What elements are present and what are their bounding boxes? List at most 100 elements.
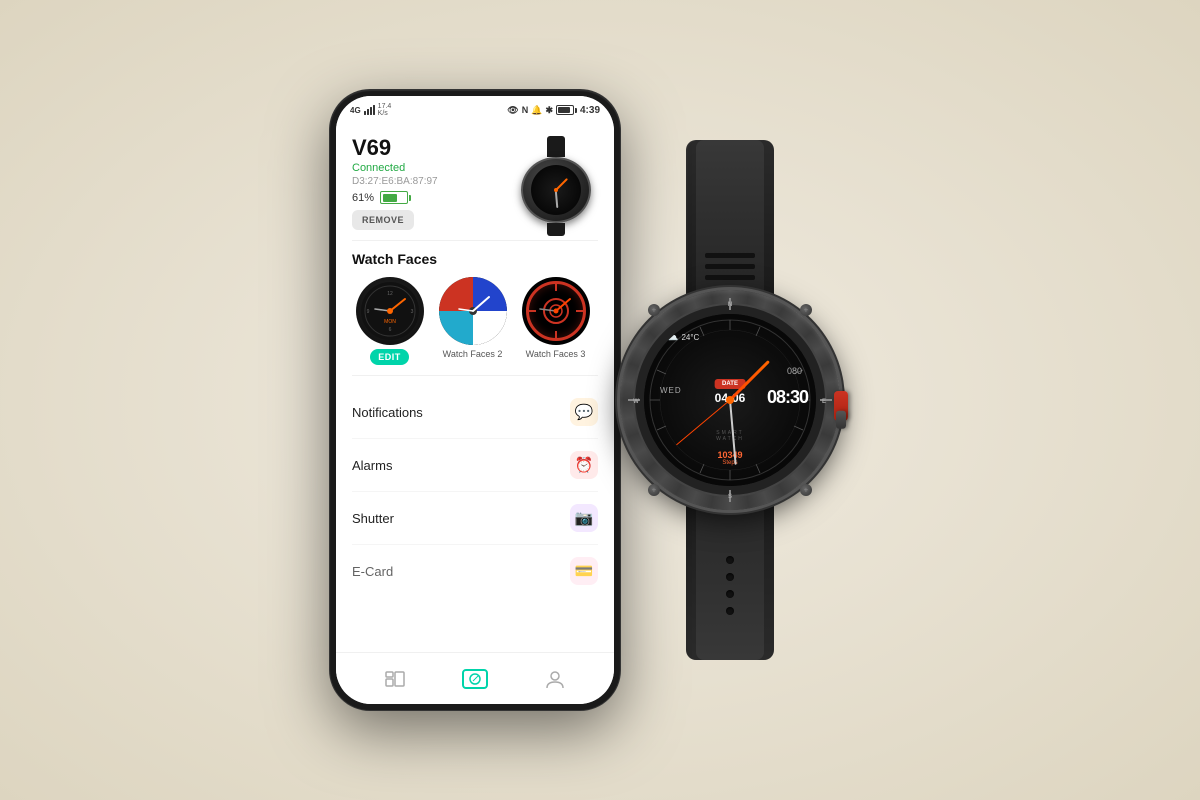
notifications-label: Notifications <box>352 405 423 420</box>
device-header: V69 Connected D3:27:E6:BA:87:97 61% REMO… <box>352 136 598 230</box>
battery-tip <box>575 108 577 113</box>
watch-face-circle-3 <box>522 277 590 345</box>
shutter-menu-item[interactable]: Shutter 📷 <box>352 492 598 545</box>
watch-body: N S W E <box>620 290 840 510</box>
svg-text:MON: MON <box>384 319 396 325</box>
svg-text:N: N <box>728 302 732 308</box>
device-nav-icon <box>462 669 488 689</box>
face3-svg <box>522 277 590 345</box>
steps-count: 10349 <box>717 450 742 460</box>
watch-face-3-label: Watch Faces 3 <box>526 349 586 359</box>
data-speed: 17.4 K/s <box>378 103 392 117</box>
small-center-dot <box>554 188 558 192</box>
mac-address: D3:27:E6:BA:87:97 <box>352 176 438 187</box>
signal-bar-1 <box>364 111 366 115</box>
face1-preview: 12 6 9 3 MON <box>360 281 420 341</box>
phone: 4G 17.4 K/s 👁 N 🔔 ✱ <box>330 90 620 710</box>
scene: 4G 17.4 K/s 👁 N 🔔 ✱ <box>330 90 870 710</box>
alarms-icon: ⏰ <box>570 451 598 479</box>
connection-status: Connected <box>352 162 438 174</box>
alarms-menu-item[interactable]: Alarms ⏰ <box>352 439 598 492</box>
face3-preview <box>522 277 590 345</box>
steps-area: 10349 Steps <box>717 450 742 466</box>
signal-bar-2 <box>367 109 369 115</box>
watch-content: ⛅ 24°C WED 080 08:30 <box>644 314 816 486</box>
small-strap-bottom <box>547 223 565 236</box>
bottom-nav <box>336 652 614 704</box>
signal-bars <box>364 105 375 115</box>
band-top <box>686 140 774 300</box>
watch-nav-icon <box>468 672 482 686</box>
screw-top-right <box>800 304 812 316</box>
divider-1 <box>352 240 598 241</box>
face2-svg <box>439 277 507 345</box>
battery-body <box>556 105 574 115</box>
screw-bottom-left <box>648 484 660 496</box>
band-hole-2 <box>726 573 734 581</box>
screw-bottom-right <box>800 484 812 496</box>
small-watch-hands <box>536 170 576 210</box>
nav-device[interactable] <box>450 665 500 693</box>
watch-face-item-3[interactable]: Watch Faces 3 <box>518 277 593 365</box>
nfc-icon: N <box>522 105 529 115</box>
ecard-menu-item[interactable]: E-Card 💳 <box>352 545 598 597</box>
watch-faces-title: Watch Faces <box>352 251 598 267</box>
svg-text:E: E <box>822 399 826 405</box>
svg-text:S: S <box>728 494 732 500</box>
status-right: 👁 N 🔔 ✱ 4:39 <box>507 105 600 116</box>
small-strap-top <box>547 136 565 157</box>
weather-area: ⛅ 24°C <box>666 332 699 343</box>
watch-display: ⛅ 24°C WED 080 08:30 <box>644 314 816 486</box>
ecard-icon: 💳 <box>570 557 598 585</box>
watch-text: WATCH <box>716 436 744 442</box>
device-battery-bar <box>380 191 408 204</box>
band-hole-1 <box>726 556 734 564</box>
watch-face-circle-1: 12 6 9 3 MON <box>356 277 424 345</box>
shutter-icon: 📷 <box>570 504 598 532</box>
battery-row: 61% <box>352 191 438 204</box>
edit-badge[interactable]: EDIT <box>370 349 409 365</box>
nav-profile[interactable] <box>532 664 578 694</box>
smartwatch-container: N S W E <box>590 140 870 660</box>
status-left: 4G 17.4 K/s <box>350 103 391 117</box>
divider-2 <box>352 375 598 376</box>
device-watch-image <box>518 136 598 226</box>
small-watch-face <box>531 165 581 215</box>
temperature: 24°C <box>681 333 699 342</box>
steps-label: Steps <box>717 460 742 466</box>
device-info: V69 Connected D3:27:E6:BA:87:97 61% REMO… <box>352 136 438 230</box>
band-slot-1 <box>705 253 755 258</box>
svg-text:W: W <box>633 399 639 405</box>
digital-time: 08:30 <box>767 388 808 406</box>
battery-percent: 61% <box>352 192 374 204</box>
ecard-label: E-Card <box>352 564 393 579</box>
home-icon <box>384 670 406 688</box>
shutter-label: Shutter <box>352 511 394 526</box>
status-bar: 4G 17.4 K/s 👁 N 🔔 ✱ <box>336 96 614 124</box>
eye-icon: 👁 <box>507 105 518 116</box>
device-battery-fill <box>383 194 398 202</box>
battery-fill <box>558 107 570 113</box>
phone-content: V69 Connected D3:27:E6:BA:87:97 61% REMO… <box>336 124 614 652</box>
watch-face-item-1[interactable]: 12 6 9 3 MON EDIT <box>352 277 427 365</box>
nav-home[interactable] <box>372 666 418 692</box>
notifications-menu-item[interactable]: Notifications 💬 <box>352 386 598 439</box>
notifications-icon: 💬 <box>570 398 598 426</box>
svg-text:12: 12 <box>387 291 393 297</box>
band-top-slots <box>705 253 755 280</box>
alarms-label: Alarms <box>352 458 392 473</box>
crown-small <box>836 411 846 429</box>
small-minute-hand <box>555 190 558 208</box>
network-icon: 4G <box>350 106 361 115</box>
signal-bar-4 <box>373 105 375 115</box>
device-name: V69 <box>352 136 438 160</box>
remove-button[interactable]: REMOVE <box>352 210 414 230</box>
brand-label: SMART WATCH <box>716 430 744 442</box>
watch-face-item-2[interactable]: Watch Faces 2 <box>435 277 510 365</box>
day-text: WED <box>660 386 682 395</box>
watch-bezel: N S W E <box>620 290 840 510</box>
band-bottom-holes <box>726 556 734 615</box>
screw-top-left <box>648 304 660 316</box>
face2-preview <box>439 277 507 345</box>
watch-face-2-label: Watch Faces 2 <box>443 349 503 359</box>
